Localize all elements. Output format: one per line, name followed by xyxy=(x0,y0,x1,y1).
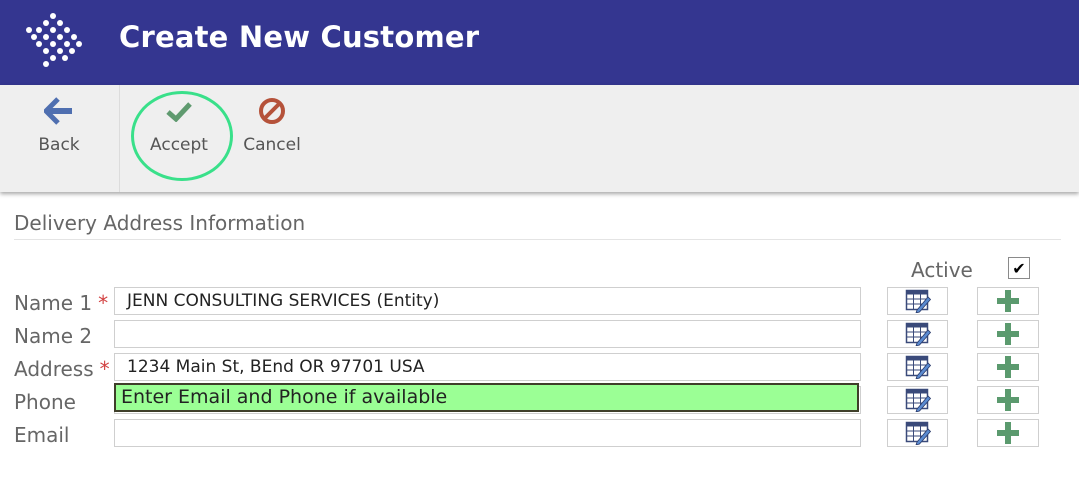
page-title: Create New Customer xyxy=(119,20,480,54)
phone-label: Phone xyxy=(14,390,76,414)
name2-add-button[interactable] xyxy=(977,320,1039,348)
address-edit-button[interactable] xyxy=(887,353,948,381)
required-marker: * xyxy=(99,357,110,381)
edit-table-icon xyxy=(905,355,931,379)
required-marker: * xyxy=(98,291,109,315)
edit-table-icon xyxy=(905,388,931,412)
app-header: Create New Customer xyxy=(0,0,1079,85)
edit-table-icon xyxy=(905,421,931,445)
accept-label: Accept xyxy=(150,135,208,155)
email-add-button[interactable] xyxy=(977,419,1039,447)
name1-field[interactable]: JENN CONSULTING SERVICES (Entity) xyxy=(114,287,861,315)
plus-icon xyxy=(997,356,1019,378)
cancel-button[interactable]: Cancel xyxy=(232,85,312,192)
name2-field[interactable] xyxy=(114,320,861,348)
toolbar-divider xyxy=(119,85,120,192)
back-label: Back xyxy=(38,135,80,155)
diamond-dots-logo-icon xyxy=(26,13,82,67)
plus-icon xyxy=(997,389,1019,411)
checkbox-checkmark-icon: ✔ xyxy=(1012,258,1026,278)
name1-label: Name 1 * xyxy=(14,291,109,315)
email-label: Email xyxy=(14,423,70,447)
name1-add-button[interactable] xyxy=(977,287,1039,315)
edit-table-icon xyxy=(905,289,931,313)
hint-callout: Enter Email and Phone if available xyxy=(114,383,859,412)
back-button[interactable]: Back xyxy=(19,85,99,192)
section-divider xyxy=(14,239,1061,240)
toolbar: Back Accept Cancel xyxy=(0,85,1079,192)
name2-edit-button[interactable] xyxy=(887,320,948,348)
address-label: Address * xyxy=(14,357,110,381)
address-field[interactable]: 1234 Main St, BEnd OR 97701 USA xyxy=(114,353,861,381)
active-checkbox[interactable]: ✔ xyxy=(1008,257,1030,279)
phone-add-button[interactable] xyxy=(977,386,1039,414)
checkmark-icon xyxy=(166,102,192,122)
plus-icon xyxy=(997,422,1019,444)
arrow-left-icon xyxy=(44,97,72,125)
active-label: Active xyxy=(911,258,973,282)
accept-button[interactable]: Accept xyxy=(139,85,219,192)
edit-table-icon xyxy=(905,322,931,346)
section-title: Delivery Address Information xyxy=(14,211,306,235)
cancel-label: Cancel xyxy=(243,135,301,155)
phone-edit-button[interactable] xyxy=(887,386,948,414)
name2-label: Name 2 xyxy=(14,324,93,348)
plus-icon xyxy=(997,290,1019,312)
name1-edit-button[interactable] xyxy=(887,287,948,315)
address-add-button[interactable] xyxy=(977,353,1039,381)
plus-icon xyxy=(997,323,1019,345)
email-edit-button[interactable] xyxy=(887,419,948,447)
email-field[interactable] xyxy=(114,419,861,447)
no-entry-icon xyxy=(259,98,285,124)
